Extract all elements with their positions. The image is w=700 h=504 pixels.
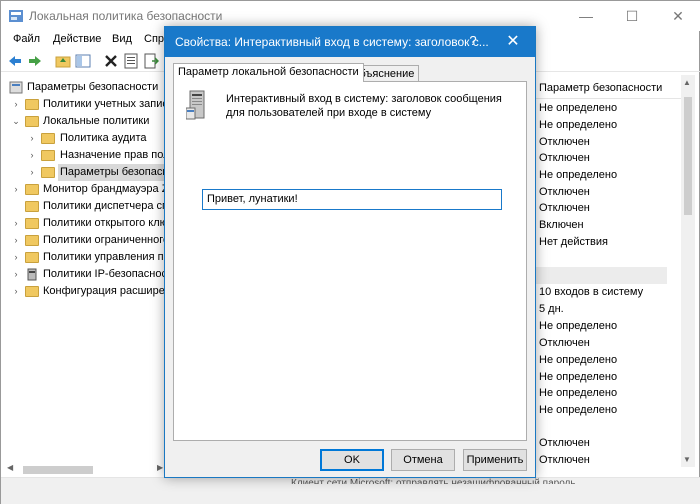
- expand-arrow-icon[interactable]: ›: [27, 130, 37, 147]
- collapse-arrow-icon[interactable]: ⌄: [11, 113, 21, 130]
- status-text: Клиент сети Microsoft: отправлять незаши…: [291, 478, 576, 484]
- menu-view[interactable]: Вид: [112, 33, 132, 45]
- expand-arrow-icon[interactable]: ›: [11, 96, 21, 113]
- app-icon: [9, 10, 23, 22]
- folder-icon: [41, 150, 55, 161]
- list-item[interactable]: Не определено: [539, 100, 617, 117]
- status-bar: Клиент сети Microsoft: отправлять незаши…: [1, 477, 700, 504]
- help-icon[interactable]: ?: [465, 33, 481, 48]
- ok-button[interactable]: OK: [320, 449, 384, 471]
- scrollbar-thumb[interactable]: [23, 466, 93, 474]
- close-icon[interactable]: ✕: [503, 31, 523, 51]
- list-item[interactable]: Отключен: [539, 134, 590, 151]
- expand-arrow-icon[interactable]: ›: [27, 164, 37, 181]
- show-hide-tree-icon[interactable]: [75, 53, 91, 69]
- list-item[interactable]: 5 дн.: [539, 301, 564, 318]
- folder-icon: [25, 218, 39, 229]
- cancel-button[interactable]: Отмена: [391, 449, 455, 471]
- list-item[interactable]: Не определено: [539, 369, 617, 386]
- tree-pane: Параметры безопасности › Политики учетны…: [1, 73, 174, 463]
- minimize-icon[interactable]: —: [563, 1, 609, 31]
- list-item[interactable]: Отключен: [539, 435, 590, 452]
- list-item[interactable]: Отключен: [539, 150, 590, 167]
- back-arrow-icon[interactable]: [7, 53, 23, 69]
- folder-icon: [25, 116, 39, 127]
- window-title: Локальная политика безопасности: [29, 9, 223, 23]
- scroll-up-icon[interactable]: ▲: [683, 78, 691, 87]
- folder-icon: [41, 167, 55, 178]
- expand-arrow-icon[interactable]: ›: [11, 249, 21, 266]
- expand-arrow-icon[interactable]: ›: [27, 147, 37, 164]
- delete-icon[interactable]: [103, 53, 119, 69]
- list-item[interactable]: Нет действия: [539, 234, 608, 251]
- list-item[interactable]: Отключен: [539, 335, 590, 352]
- maximize-icon[interactable]: ☐: [609, 1, 655, 31]
- scroll-left-icon[interactable]: ◀: [7, 463, 13, 472]
- list-item[interactable]: Отключен: [539, 452, 590, 469]
- list-item[interactable]: Отключен: [539, 184, 590, 201]
- list-item[interactable]: Не определено: [539, 402, 617, 419]
- expand-arrow-icon[interactable]: ›: [11, 181, 21, 198]
- list-item[interactable]: Отключен: [539, 200, 590, 217]
- expand-arrow-icon[interactable]: ›: [11, 266, 21, 283]
- export-list-icon[interactable]: [143, 53, 159, 69]
- menu-file[interactable]: Файл: [13, 33, 40, 45]
- up-folder-icon[interactable]: [55, 53, 71, 69]
- logon-message-title-field[interactable]: Привет, лунатики!: [202, 189, 502, 210]
- folder-icon: [25, 235, 39, 246]
- policy-list: Параметр безопасности Не определено Не о…: [535, 73, 685, 466]
- list-item[interactable]: Не определено: [539, 117, 617, 134]
- dialog-title: Свойства: Интерактивный вход в систему: …: [175, 35, 489, 49]
- list-item[interactable]: Не определено: [539, 352, 617, 369]
- scroll-right-icon[interactable]: ▶: [157, 463, 163, 472]
- apply-button[interactable]: Применить: [463, 449, 527, 471]
- close-icon[interactable]: ✕: [655, 1, 700, 31]
- tab-panel: Интерактивный вход в систему: заголовок …: [173, 81, 527, 441]
- vertical-scrollbar[interactable]: ▲ ▼: [681, 75, 695, 467]
- scrollbar-thumb[interactable]: [684, 97, 692, 215]
- expand-arrow-icon[interactable]: ›: [11, 232, 21, 249]
- expand-arrow-icon[interactable]: ›: [11, 283, 21, 300]
- list-item[interactable]: Не определено: [539, 318, 617, 335]
- policy-description: Интерактивный вход в систему: заголовок …: [226, 93, 502, 119]
- folder-icon: [41, 133, 55, 144]
- scroll-down-icon[interactable]: ▼: [683, 455, 691, 464]
- folder-icon: [25, 252, 39, 263]
- properties-icon[interactable]: [123, 53, 139, 69]
- security-settings-icon: [9, 81, 23, 94]
- properties-dialog: Свойства: Интерактивный вход в систему: …: [164, 26, 536, 478]
- column-header[interactable]: Параметр безопасности: [535, 79, 685, 99]
- list-item[interactable]: Не определено: [539, 385, 617, 402]
- horizontal-scrollbar[interactable]: ◀ ▶: [5, 463, 167, 477]
- forward-arrow-icon[interactable]: [27, 53, 43, 69]
- ip-security-icon: [27, 268, 37, 281]
- folder-icon: [25, 99, 39, 110]
- tab-local-security-setting[interactable]: Параметр локальной безопасности: [173, 63, 364, 82]
- list-item[interactable]: Включен: [539, 217, 584, 234]
- dialog-titlebar: Свойства: Интерактивный вход в систему: …: [165, 27, 535, 57]
- menu-action[interactable]: Действие: [53, 33, 101, 45]
- list-item[interactable]: 10 входов в систему: [539, 284, 643, 301]
- server-policy-icon: [186, 90, 205, 120]
- folder-icon: [25, 201, 39, 212]
- expand-arrow-icon[interactable]: ›: [11, 215, 21, 232]
- folder-icon: [25, 286, 39, 297]
- folder-icon: [25, 184, 39, 195]
- list-item[interactable]: Не определено: [539, 167, 617, 184]
